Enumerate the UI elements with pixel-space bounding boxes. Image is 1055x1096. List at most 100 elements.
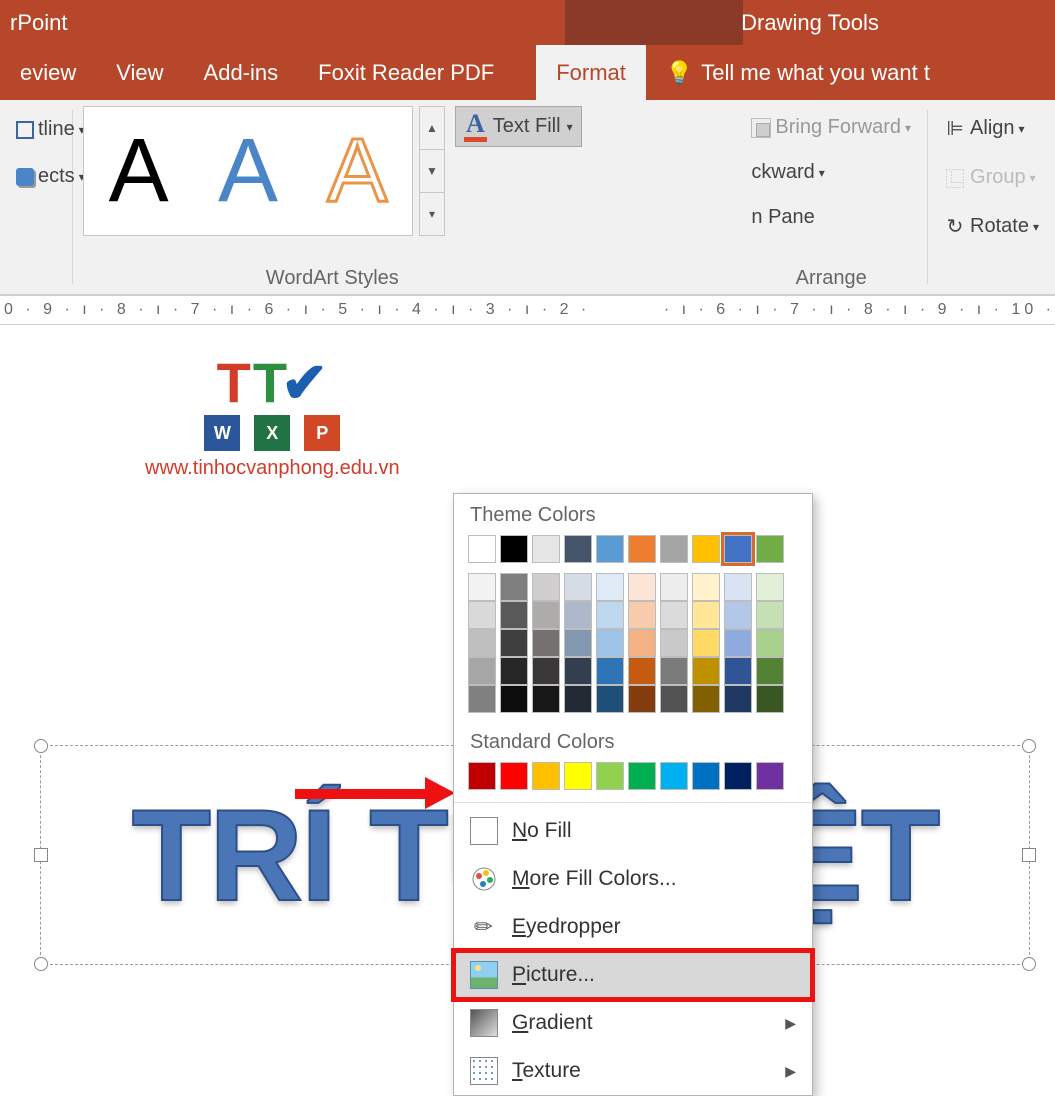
eyedropper-item[interactable]: ✎ Eyedropper — [454, 903, 812, 951]
color-swatch[interactable] — [532, 573, 560, 601]
tab-addins[interactable]: Add-ins — [184, 45, 299, 100]
color-swatch[interactable] — [724, 657, 752, 685]
color-swatch[interactable] — [692, 762, 720, 790]
color-swatch[interactable] — [596, 685, 624, 713]
tell-me[interactable]: 💡 Tell me what you want t — [646, 45, 950, 100]
color-swatch[interactable] — [596, 657, 624, 685]
color-swatch[interactable] — [660, 573, 688, 601]
resize-handle[interactable] — [1022, 739, 1036, 753]
wordart-gallery[interactable]: A A A — [83, 106, 413, 236]
color-swatch[interactable] — [532, 685, 560, 713]
color-swatch[interactable] — [532, 535, 560, 563]
color-swatch[interactable] — [500, 535, 528, 563]
color-swatch[interactable] — [692, 629, 720, 657]
color-swatch[interactable] — [628, 629, 656, 657]
color-swatch[interactable] — [692, 601, 720, 629]
color-swatch[interactable] — [756, 573, 784, 601]
color-swatch[interactable] — [692, 535, 720, 563]
color-swatch[interactable] — [724, 685, 752, 713]
color-swatch[interactable] — [724, 629, 752, 657]
color-swatch[interactable] — [596, 573, 624, 601]
send-backward[interactable]: ckward▾ — [745, 157, 830, 188]
color-swatch[interactable] — [756, 685, 784, 713]
color-swatch[interactable] — [564, 629, 592, 657]
text-fill-button[interactable]: A Text Fill ▾ — [455, 106, 582, 147]
color-swatch[interactable] — [596, 629, 624, 657]
color-swatch[interactable] — [692, 685, 720, 713]
color-swatch[interactable] — [660, 535, 688, 563]
resize-handle[interactable] — [1022, 848, 1036, 862]
wordart-preset-3[interactable]: A — [327, 120, 387, 223]
color-swatch[interactable] — [660, 601, 688, 629]
gallery-more-icon[interactable]: ▾ — [420, 193, 444, 235]
color-swatch[interactable] — [468, 601, 496, 629]
no-fill-item[interactable]: No Fill — [454, 807, 812, 855]
color-swatch[interactable] — [532, 601, 560, 629]
selection-pane[interactable]: n Pane — [745, 202, 820, 233]
bring-forward[interactable]: Bring Forward▾ — [745, 112, 917, 143]
color-swatch[interactable] — [596, 762, 624, 790]
color-swatch[interactable] — [532, 629, 560, 657]
color-swatch[interactable] — [628, 573, 656, 601]
color-swatch[interactable] — [564, 601, 592, 629]
resize-handle[interactable] — [34, 848, 48, 862]
color-swatch[interactable] — [596, 535, 624, 563]
color-swatch[interactable] — [628, 535, 656, 563]
color-swatch[interactable] — [756, 762, 784, 790]
color-swatch[interactable] — [660, 657, 688, 685]
color-swatch[interactable] — [692, 573, 720, 601]
gradient-item[interactable]: Gradient ▶ — [454, 999, 812, 1047]
color-swatch[interactable] — [756, 535, 784, 563]
color-swatch[interactable] — [500, 685, 528, 713]
align-button[interactable]: ⊫ Align▾ — [938, 112, 1031, 145]
tab-foxit[interactable]: Foxit Reader PDF — [298, 45, 514, 100]
color-swatch[interactable] — [724, 762, 752, 790]
tab-view[interactable]: View — [96, 45, 183, 100]
color-swatch[interactable] — [468, 657, 496, 685]
rotate-button[interactable]: ↻ Rotate▾ — [938, 210, 1045, 243]
color-swatch[interactable] — [660, 762, 688, 790]
color-swatch[interactable] — [564, 685, 592, 713]
gallery-scroll[interactable]: ▲ ▼ ▾ — [419, 106, 445, 236]
texture-item[interactable]: Texture ▶ — [454, 1047, 812, 1095]
resize-handle[interactable] — [1022, 957, 1036, 971]
color-swatch[interactable] — [660, 685, 688, 713]
color-swatch[interactable] — [532, 762, 560, 790]
group-button[interactable]: ⿺ Group▾ — [938, 159, 1042, 196]
gallery-down-icon[interactable]: ▼ — [420, 150, 444, 193]
wordart-preset-2[interactable]: A — [218, 120, 278, 223]
color-swatch[interactable] — [660, 629, 688, 657]
color-swatch[interactable] — [724, 601, 752, 629]
color-swatch[interactable] — [468, 535, 496, 563]
tab-review[interactable]: eview — [0, 45, 96, 100]
color-swatch[interactable] — [532, 657, 560, 685]
color-swatch[interactable] — [500, 573, 528, 601]
more-fill-colors-item[interactable]: More Fill Colors... — [454, 855, 812, 903]
color-swatch[interactable] — [756, 657, 784, 685]
color-swatch[interactable] — [468, 685, 496, 713]
color-swatch[interactable] — [628, 762, 656, 790]
picture-fill-item[interactable]: Picture... — [454, 951, 812, 999]
color-swatch[interactable] — [628, 685, 656, 713]
color-swatch[interactable] — [724, 573, 752, 601]
color-swatch[interactable] — [564, 762, 592, 790]
color-swatch[interactable] — [468, 762, 496, 790]
color-swatch[interactable] — [724, 535, 752, 563]
color-swatch[interactable] — [500, 601, 528, 629]
wordart-preset-1[interactable]: A — [109, 120, 169, 223]
color-swatch[interactable] — [756, 629, 784, 657]
color-swatch[interactable] — [564, 573, 592, 601]
color-swatch[interactable] — [500, 657, 528, 685]
color-swatch[interactable] — [564, 535, 592, 563]
slide-canvas[interactable]: TT✔ W X P www.tinhocvanphong.edu.vn TRÍ … — [0, 325, 1055, 998]
resize-handle[interactable] — [34, 739, 48, 753]
gallery-up-icon[interactable]: ▲ — [420, 107, 444, 150]
color-swatch[interactable] — [564, 657, 592, 685]
color-swatch[interactable] — [692, 657, 720, 685]
color-swatch[interactable] — [596, 601, 624, 629]
resize-handle[interactable] — [34, 957, 48, 971]
color-swatch[interactable] — [500, 762, 528, 790]
color-swatch[interactable] — [468, 573, 496, 601]
color-swatch[interactable] — [468, 629, 496, 657]
color-swatch[interactable] — [756, 601, 784, 629]
